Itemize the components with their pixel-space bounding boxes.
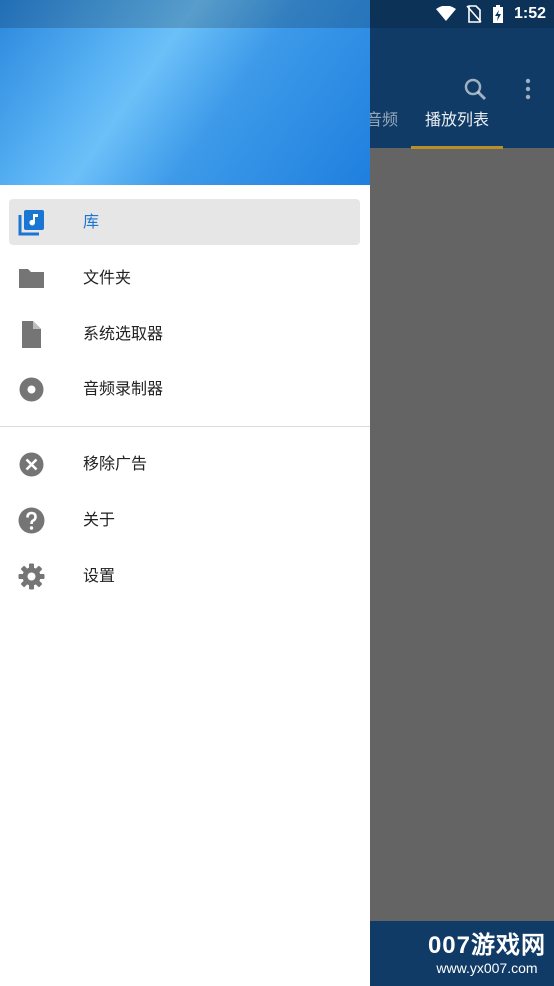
- help-icon: [18, 507, 45, 534]
- tab-indicator: [411, 146, 503, 149]
- folder-icon: [19, 269, 44, 288]
- drawer-item-label: 系统选取器: [83, 324, 164, 343]
- battery-charging-icon: [492, 5, 503, 23]
- status-icons: 1:52: [435, 0, 546, 28]
- drawer-item-label: 音频录制器: [83, 379, 164, 398]
- drawer-item-label: 库: [83, 212, 100, 231]
- settings-icon: [18, 563, 45, 590]
- no-sim-icon: [466, 5, 482, 23]
- cancel-icon: [19, 452, 44, 477]
- tab-playlist[interactable]: 播放列表: [425, 92, 489, 148]
- watermark-url: www.yx007.com: [436, 960, 538, 976]
- drawer-item-library[interactable]: 库: [9, 199, 360, 245]
- drawer-item-label: 关于: [83, 510, 116, 529]
- wifi-icon: [435, 6, 456, 21]
- navigation-drawer: 库 文件夹 系统选取器 音频录制器 移除广告 关于 设置: [0, 0, 370, 986]
- file-icon: [22, 321, 41, 348]
- library-music-icon: [18, 210, 44, 236]
- watermark: 007游戏网 www.yx007.com: [428, 932, 546, 976]
- watermark-title: 007游戏网: [427, 932, 546, 959]
- drawer-item-about[interactable]: 关于: [9, 497, 360, 543]
- drawer-header: [0, 0, 370, 185]
- drawer-item-remove-ads[interactable]: 移除广告: [9, 441, 360, 487]
- drawer-item-label: 文件夹: [83, 268, 132, 287]
- drawer-item-folder[interactable]: 文件夹: [9, 255, 360, 301]
- drawer-item-audio-recorder[interactable]: 音频录制器: [9, 366, 360, 412]
- drawer-item-label: 移除广告: [83, 454, 148, 473]
- drawer-status-overlay: [0, 0, 370, 28]
- drawer-item-system-picker[interactable]: 系统选取器: [9, 311, 360, 357]
- drawer-item-settings[interactable]: 设置: [9, 553, 360, 599]
- drawer-divider: [0, 426, 370, 427]
- status-time: 1:52: [513, 5, 546, 22]
- tab-audio[interactable]: 音频: [366, 92, 398, 148]
- drawer-item-label: 设置: [83, 566, 116, 585]
- record-icon: [19, 377, 44, 402]
